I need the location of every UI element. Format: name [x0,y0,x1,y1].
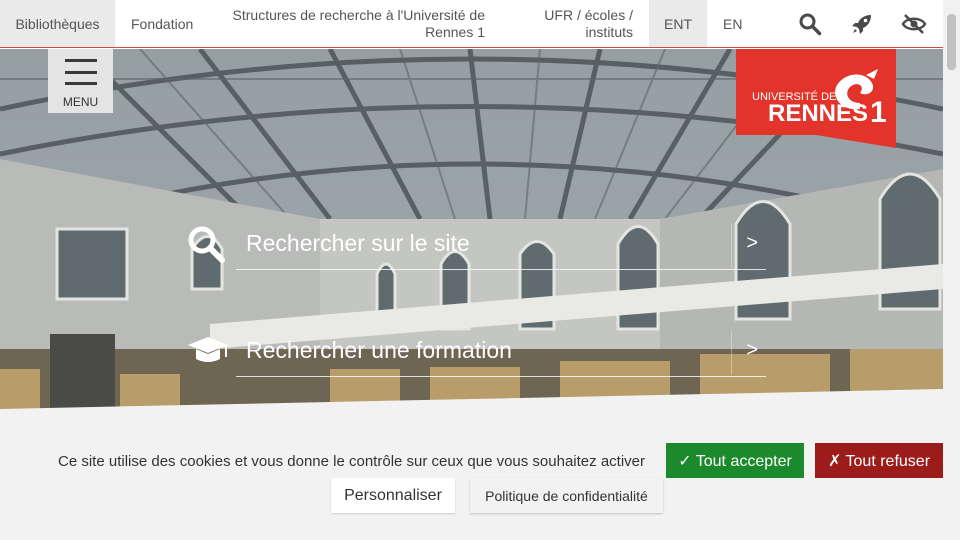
menu-button[interactable]: MENU [48,49,113,113]
menu-label: MENU [62,95,99,109]
search-underline [236,376,766,377]
chevron-right-icon[interactable]: > [746,232,758,255]
link-ent[interactable]: ENT [649,0,707,47]
graduation-cap-icon [186,331,228,371]
hamburger-icon [64,59,97,85]
link-bibliotheques[interactable]: Bibliothèques [0,0,115,47]
logo-digit: 1 [870,96,887,129]
customize-button[interactable]: Personnaliser [331,478,455,513]
formation-search-field[interactable]: Rechercher une formation > [186,327,766,377]
accept-all-button[interactable]: ✓ Tout accepter [666,443,804,478]
logo-line2: RENNES [768,100,868,127]
search-divider [731,224,732,268]
rocket-icon[interactable] [849,11,875,37]
cookie-message: Ce site utilise des cookies et vous donn… [58,453,645,470]
language-en-link[interactable]: EN [707,0,767,47]
site-search-label: Rechercher sur le site [246,230,470,256]
refuse-all-button[interactable]: ✗ Tout refuser [815,443,943,478]
search-icon [186,224,226,264]
page-scrollbar[interactable] [943,0,960,540]
topbar-icons [797,0,927,47]
link-structures-recherche[interactable]: Structures de recherche à l'Université d… [209,0,501,47]
search-icon[interactable] [797,11,823,37]
search-underline [236,269,766,270]
search-divider [731,331,732,375]
link-fondation[interactable]: Fondation [115,0,209,47]
top-navigation-bar: Bibliothèques Fondation Structures de re… [0,0,943,48]
site-search-field[interactable]: Rechercher sur le site > [186,220,766,270]
privacy-policy-link[interactable]: Politique de confidentialité [470,478,663,513]
link-ufr-ecoles[interactable]: UFR / écoles / instituts [501,0,649,47]
chevron-right-icon[interactable]: > [746,339,758,362]
formation-search-label: Rechercher une formation [246,337,512,363]
scrollbar-thumb[interactable] [947,14,956,70]
university-logo[interactable]: UNIVERSITÉ DE RENNES 1 [736,49,896,148]
eye-slash-icon[interactable] [901,11,927,37]
